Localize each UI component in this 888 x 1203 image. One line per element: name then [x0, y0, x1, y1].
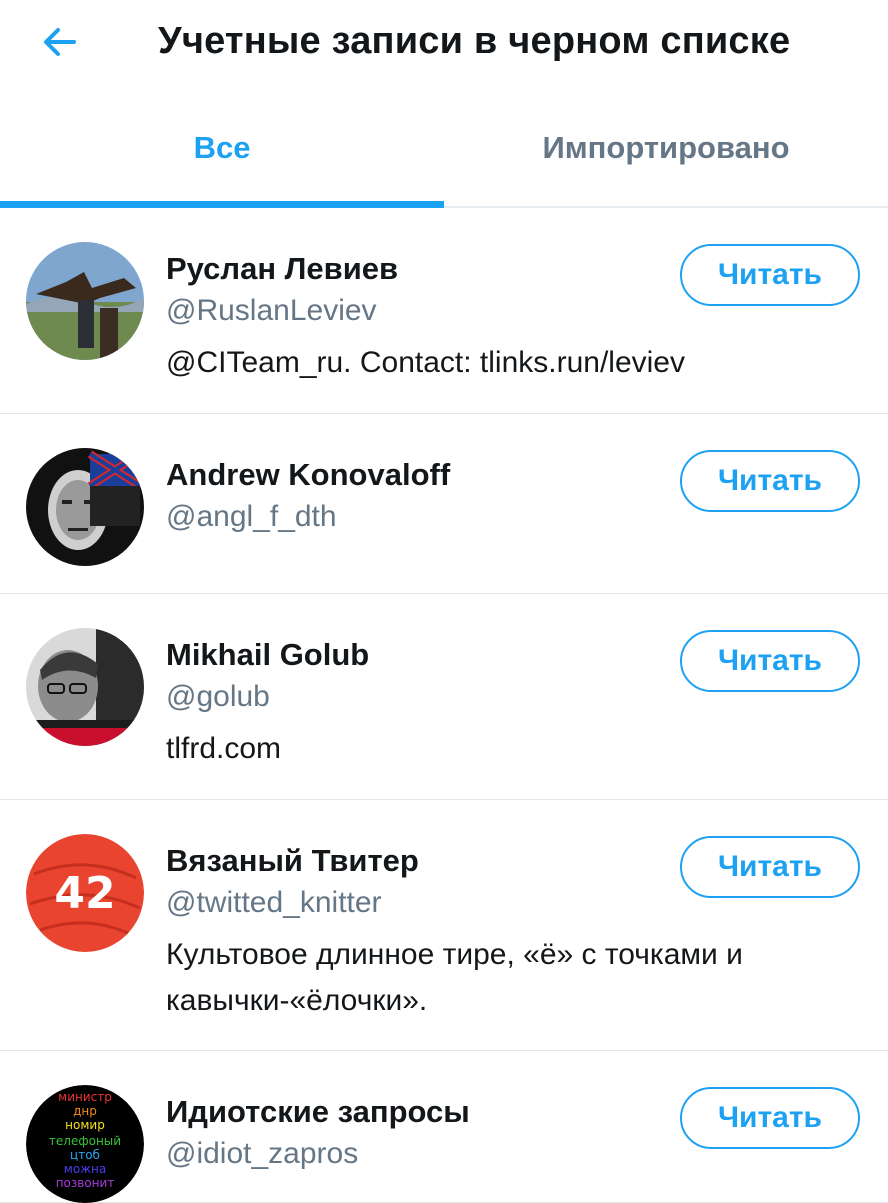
avatar[interactable]: 42	[26, 834, 144, 952]
svg-text:министр: министр	[58, 1090, 112, 1104]
svg-text:номир: номир	[65, 1118, 105, 1132]
account-bio: @CITeam_ru. Contact: tlinks.run/leviev	[166, 346, 685, 379]
avatar-number: 42	[54, 868, 115, 919]
avatar[interactable]	[26, 448, 144, 566]
follow-button[interactable]: Читать	[680, 450, 860, 512]
blocked-accounts-list: Руслан Левиев @RuslanLeviev @CITeam_ru. …	[0, 208, 888, 1203]
list-item[interactable]: 42 Вязаный Твитер @twitted_knitter Культ…	[0, 800, 888, 1051]
avatar[interactable]	[26, 242, 144, 360]
top-app-bar: Учетные записи в черном списке	[0, 0, 888, 90]
svg-text:телефоный: телефоный	[49, 1134, 121, 1148]
list-item[interactable]: Andrew Konovaloff @angl_f_dth Читать	[0, 414, 888, 594]
back-button[interactable]	[36, 18, 84, 66]
list-item[interactable]: Руслан Левиев @RuslanLeviev @CITeam_ru. …	[0, 208, 888, 414]
back-arrow-icon	[44, 28, 76, 56]
list-item[interactable]: Mikhail Golub @golub tlfrd.com Читать	[0, 594, 888, 800]
follow-button[interactable]: Читать	[680, 836, 860, 898]
follow-button[interactable]: Читать	[680, 1087, 860, 1149]
follow-button[interactable]: Читать	[680, 244, 860, 306]
tab-imported[interactable]: Импортировано	[444, 90, 888, 206]
tab-all[interactable]: Все	[0, 90, 444, 208]
account-bio: tlfrd.com	[166, 732, 282, 765]
avatar[interactable]	[26, 628, 144, 746]
avatar[interactable]: министр днр номир телефоный цтоб можна п…	[26, 1085, 144, 1203]
svg-text:можна: можна	[64, 1162, 106, 1176]
account-bio: Культовое длинное тире, «ё» с точками и …	[166, 938, 743, 1017]
svg-text:цтоб: цтоб	[70, 1148, 100, 1162]
list-item[interactable]: министр днр номир телефоный цтоб можна п…	[0, 1051, 888, 1203]
tab-bar: Все Импортировано	[0, 90, 888, 208]
svg-text:днр: днр	[73, 1104, 97, 1118]
follow-button[interactable]: Читать	[680, 630, 860, 692]
page-title: Учетные записи в черном списке	[158, 20, 791, 62]
svg-text:позвонит: позвонит	[56, 1176, 115, 1190]
